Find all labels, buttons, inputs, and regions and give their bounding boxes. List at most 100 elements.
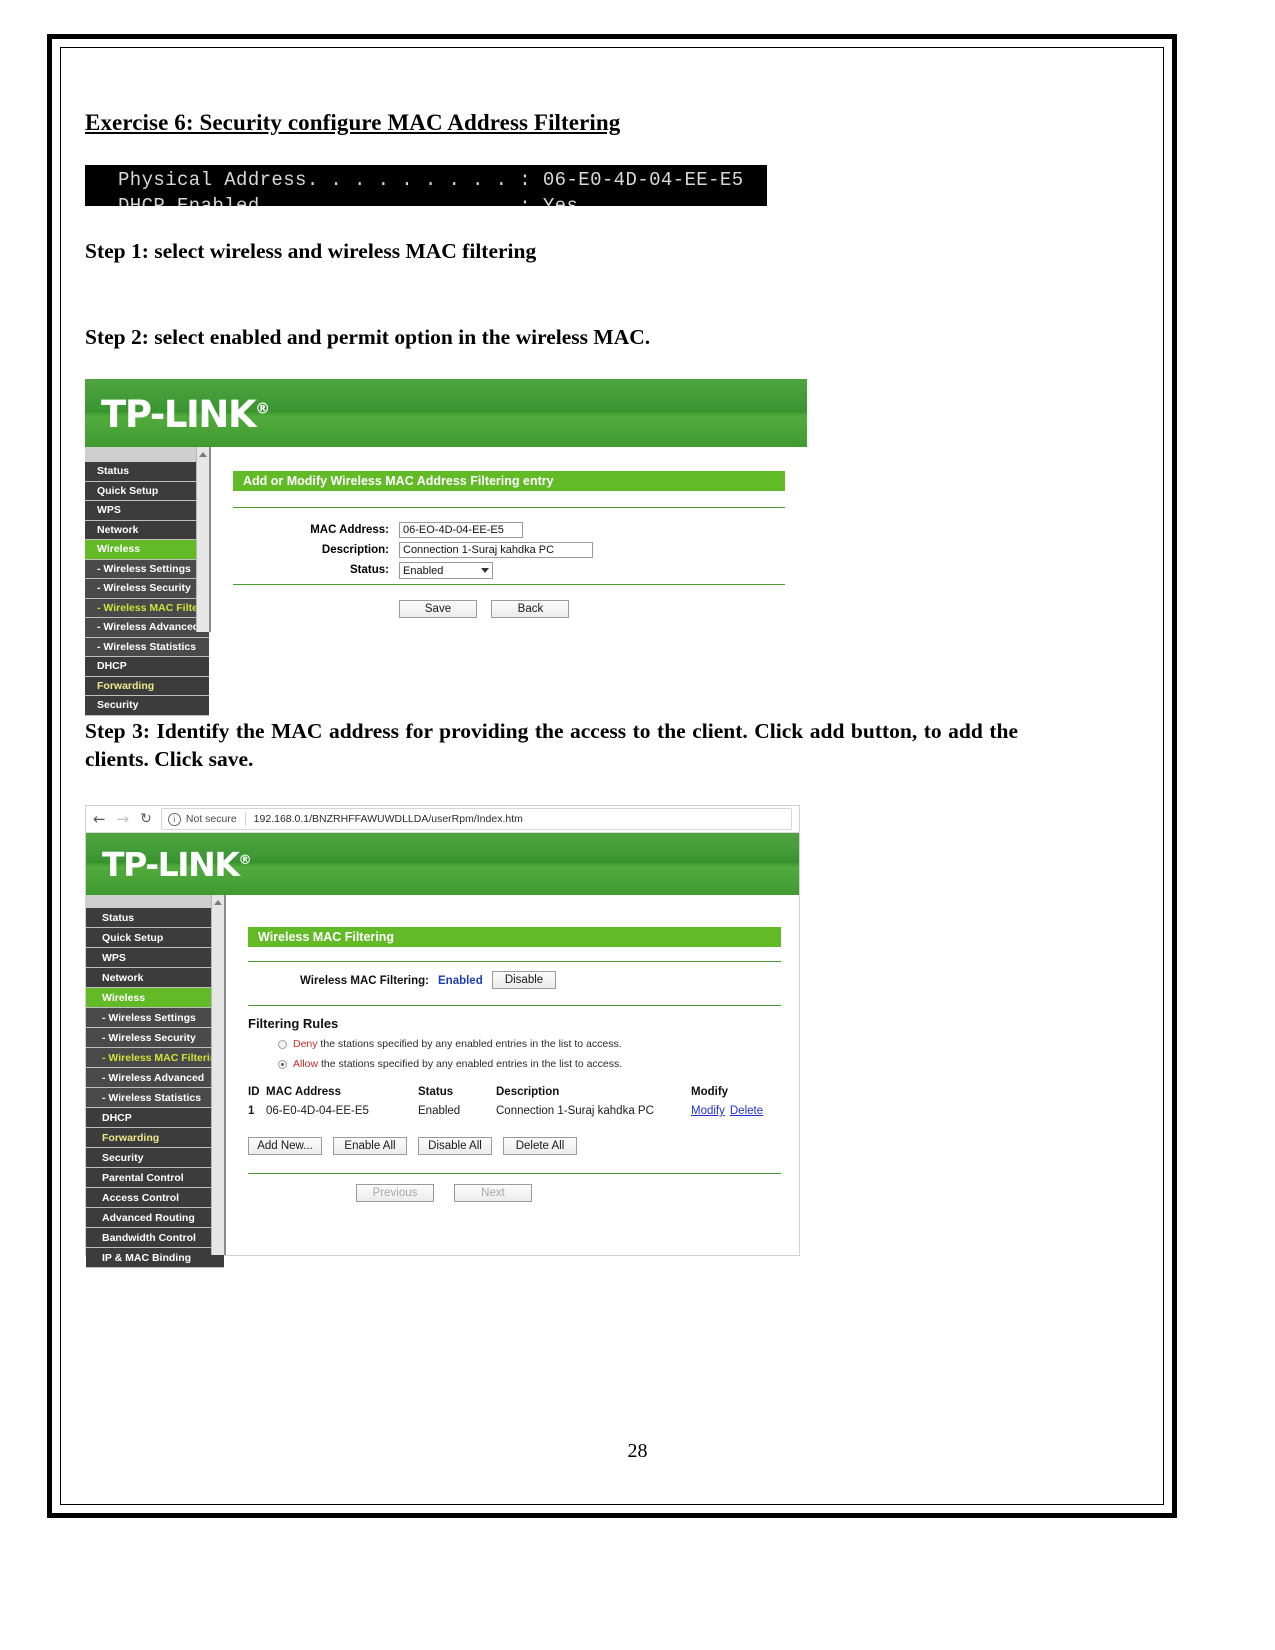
sidebar-item-access-control[interactable]: Access Control xyxy=(86,1188,224,1209)
sidebar-item-network[interactable]: Network xyxy=(86,968,224,989)
sidebar-item-network[interactable]: Network xyxy=(85,520,209,541)
step-1-heading: Step 1: select wireless and wireless MAC… xyxy=(85,239,537,263)
divider-top-2 xyxy=(248,961,781,963)
sidebar-item-wireless-mac-filtering[interactable]: - Wireless MAC Filtering xyxy=(85,598,209,619)
sidebar-scrollbar-1[interactable] xyxy=(196,447,209,633)
sidebar-item-security[interactable]: Security xyxy=(85,696,209,716)
sidebar-item-parental-control[interactable]: Parental Control xyxy=(86,1168,224,1189)
main-pane-2: Wireless MAC Filtering Wireless MAC Filt… xyxy=(224,895,799,1256)
back-arrow-icon[interactable]: ← xyxy=(93,810,106,828)
filtering-rule-option-deny[interactable]: Deny the stations specified by any enabl… xyxy=(278,1038,799,1050)
description-input[interactable]: Connection 1-Suraj kahdka PC xyxy=(399,542,593,559)
section-title-wireless-mac-filtering: Wireless MAC Filtering xyxy=(248,927,781,948)
status-select[interactable]: Enabled xyxy=(399,562,493,580)
sidebar-item-forwarding[interactable]: Forwarding xyxy=(86,1128,224,1149)
sidebar-item-label: Network xyxy=(97,523,139,536)
tplink-logo-1: TP-LINK® xyxy=(101,393,270,436)
mac-address-input[interactable]: 06-EO-4D-04-EE-E5 xyxy=(399,522,523,539)
scroll-up-arrow-icon-2[interactable] xyxy=(214,900,222,906)
disable-button[interactable]: Disable xyxy=(492,971,556,990)
sidebar-item-status[interactable]: Status xyxy=(85,462,209,482)
save-button[interactable]: Save xyxy=(399,600,477,619)
filtering-rules-heading: Filtering Rules xyxy=(248,1016,339,1032)
delete-link[interactable]: Delete xyxy=(730,1105,763,1117)
sidebar-item-wps[interactable]: WPS xyxy=(85,501,209,521)
tplink-logo-2: TP-LINK® xyxy=(102,845,252,884)
radio-deny-icon[interactable] xyxy=(278,1039,287,1049)
th-mac-address: MAC Address xyxy=(266,1086,341,1099)
tplink-logo-mark-2: ® xyxy=(238,853,252,869)
info-icon[interactable]: i xyxy=(167,812,181,826)
radio-allow-icon[interactable] xyxy=(278,1059,287,1069)
scroll-up-arrow-icon-1[interactable] xyxy=(199,452,207,458)
wireless-mac-filtering-status: Enabled xyxy=(438,975,483,988)
divider-bottom-1 xyxy=(233,584,785,586)
sidebar-item-wireless-statistics[interactable]: - Wireless Statistics xyxy=(86,1088,224,1109)
delete-all-button[interactable]: Delete All xyxy=(503,1137,577,1156)
filtering-rule-label: Deny the stations specified by any enabl… xyxy=(293,1038,622,1050)
sidebar-item-label: Advanced Routing xyxy=(102,1211,195,1224)
previous-button[interactable]: Previous xyxy=(356,1184,434,1203)
screenshot-wireless-mac-filtering: ← → ↻ i Not secure 192.168.0.1/BNZRHFFAW… xyxy=(85,805,800,1269)
status-label: Status: xyxy=(350,564,389,577)
forward-arrow-icon[interactable]: → xyxy=(117,810,130,828)
sidebar-item-label: Quick Setup xyxy=(102,931,164,944)
sidebar-item-advanced-routing[interactable]: Advanced Routing xyxy=(86,1208,224,1229)
sidebar-item-wireless-settings[interactable]: - Wireless Settings xyxy=(85,559,209,580)
sidebar-item-wireless-security[interactable]: - Wireless Security xyxy=(86,1028,224,1049)
sidebar-item-wireless-advanced[interactable]: - Wireless Advanced xyxy=(85,618,209,638)
cell-status: Enabled xyxy=(418,1105,461,1118)
sidebar-item-dhcp[interactable]: DHCP xyxy=(86,1108,224,1129)
sidebar-2: Status Quick Setup WPS Network Wireless - Wir… xyxy=(86,895,224,1269)
cmd-physical-address-line: Physical Address. . . . . . . . . : 06-E… xyxy=(118,169,744,191)
divider-bottom-2 xyxy=(248,1173,781,1175)
sidebar-item-label: IP & MAC Binding xyxy=(102,1251,192,1264)
sidebar-item-wireless-mac-filtering[interactable]: - Wireless MAC Filtering xyxy=(86,1048,224,1069)
sidebar-item-status[interactable]: Status xyxy=(86,908,224,929)
sidebar-item-label: - Wireless Advanced xyxy=(97,621,200,634)
sidebar-item-label: Wireless xyxy=(97,543,141,556)
url-text: 192.168.0.1/BNZRHFFAWUWDLLDA/userRpm/Ind… xyxy=(253,813,523,826)
sidebar-top-gap-2 xyxy=(86,895,224,909)
chevron-down-icon xyxy=(481,568,489,574)
cell-description: Connection 1-Suraj kahdka PC xyxy=(496,1105,654,1118)
sidebar-scrollbar-2[interactable] xyxy=(211,895,224,1256)
tplink-logo-text-1: TP-LINK xyxy=(101,393,257,437)
enable-all-button[interactable]: Enable All xyxy=(333,1137,407,1156)
pager-buttons: Previous Next xyxy=(356,1184,799,1203)
add-new-button[interactable]: Add New... xyxy=(248,1137,322,1156)
sidebar-item-security[interactable]: Security xyxy=(86,1148,224,1169)
sidebar-item-quick-setup[interactable]: Quick Setup xyxy=(85,481,209,502)
sidebar-item-dhcp[interactable]: DHCP xyxy=(85,657,209,677)
tplink-header-2: TP-LINK® xyxy=(86,833,799,896)
filtering-rule-option-allow[interactable]: Allow the stations specified by any enab… xyxy=(278,1058,799,1070)
sidebar-item-wireless[interactable]: Wireless xyxy=(85,540,209,560)
disable-all-button[interactable]: Disable All xyxy=(418,1137,492,1156)
back-button[interactable]: Back xyxy=(491,600,570,619)
sidebar-item-bandwidth-control[interactable]: Bandwidth Control xyxy=(86,1228,224,1249)
sidebar-item-wireless-statistics[interactable]: - Wireless Statistics xyxy=(85,637,209,658)
page-number: 28 xyxy=(627,1440,648,1462)
sidebar-item-wireless-advanced[interactable]: - Wireless Advanced xyxy=(86,1068,224,1089)
omnibox-divider xyxy=(244,812,246,827)
filtering-rule-label: Allow the stations specified by any enab… xyxy=(293,1058,622,1070)
th-status: Status xyxy=(418,1086,454,1099)
next-button[interactable]: Next xyxy=(454,1184,532,1203)
sidebar-item-label: Security xyxy=(97,699,139,712)
reload-icon[interactable]: ↻ xyxy=(140,811,152,827)
sidebar-item-wireless[interactable]: Wireless xyxy=(86,988,224,1009)
sidebar-item-wps[interactable]: WPS xyxy=(86,948,224,969)
address-bar[interactable]: i Not secure 192.168.0.1/BNZRHFFAWUWDLLD… xyxy=(160,808,792,831)
sidebar-item-label: - Wireless Statistics xyxy=(102,1091,202,1104)
filtering-rule-text: the stations specified by any enabled en… xyxy=(318,1058,623,1071)
sidebar-item-quick-setup[interactable]: Quick Setup xyxy=(86,928,224,949)
sidebar-item-forwarding[interactable]: Forwarding xyxy=(85,676,209,697)
form-action-row: Save Back xyxy=(211,599,807,619)
modify-link[interactable]: Modify xyxy=(691,1105,725,1117)
sidebar-item-wireless-settings[interactable]: - Wireless Settings xyxy=(86,1008,224,1029)
filtering-rule-text: the stations specified by any enabled en… xyxy=(317,1038,622,1051)
sidebar-item-wireless-security[interactable]: - Wireless Security xyxy=(85,579,209,599)
document-content: Exercise 6: Security configure MAC Addre… xyxy=(85,110,1040,1269)
sidebar-item-label: Forwarding xyxy=(102,1131,160,1144)
sidebar-item-ip-mac-binding[interactable]: IP & MAC Binding xyxy=(86,1248,224,1269)
